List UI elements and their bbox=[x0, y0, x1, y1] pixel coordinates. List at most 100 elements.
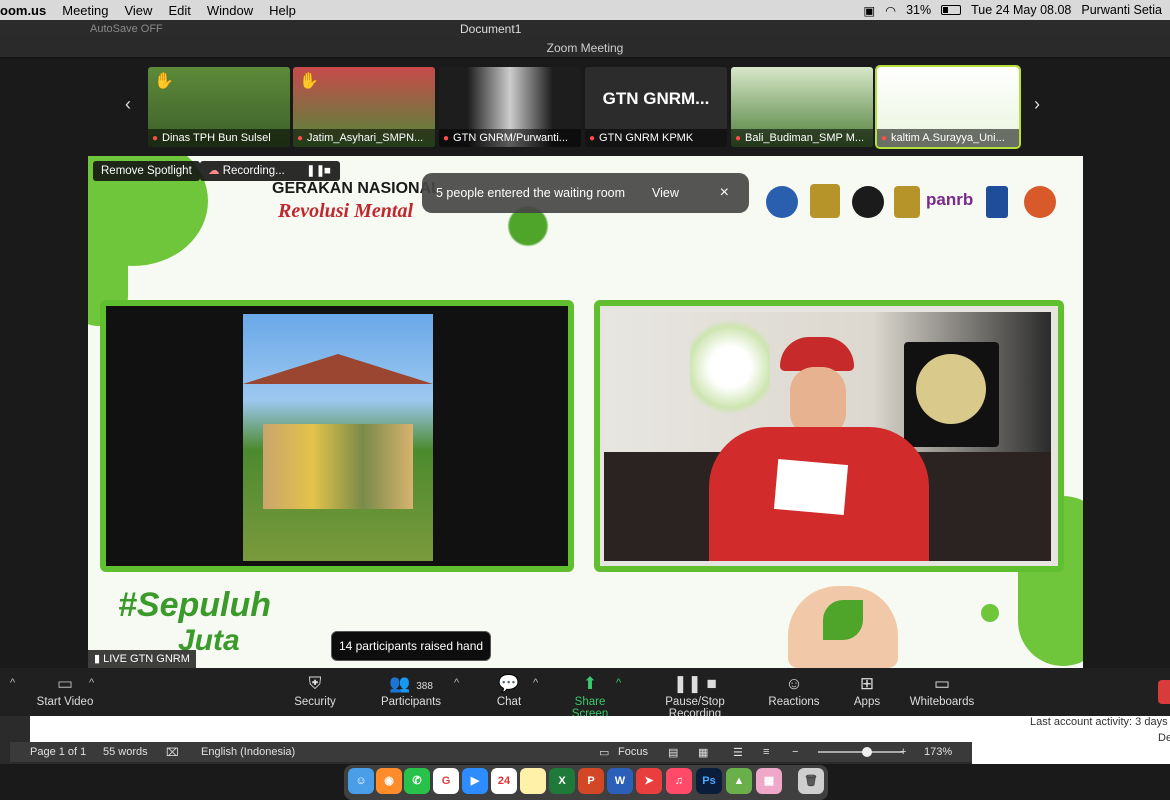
word-count[interactable]: 55 words bbox=[103, 746, 148, 758]
datetime[interactable]: Tue 24 May 08.08 bbox=[971, 3, 1071, 17]
menu-help[interactable]: Help bbox=[269, 3, 296, 18]
draft-icon[interactable]: ≡ bbox=[763, 746, 769, 758]
toast-view-button[interactable]: View bbox=[652, 173, 679, 213]
video-caret-icon[interactable]: ^ bbox=[89, 677, 94, 689]
android-icon[interactable]: ▲ bbox=[726, 768, 752, 794]
trash-icon[interactable]: 🗑 bbox=[798, 768, 824, 794]
word-document-page[interactable] bbox=[30, 716, 972, 742]
zoom-slider-knob[interactable] bbox=[862, 747, 872, 757]
whatsapp-icon[interactable]: ✆ bbox=[404, 768, 430, 794]
app-icon[interactable]: ➤ bbox=[636, 768, 662, 794]
focus-icon[interactable]: ▭ bbox=[599, 746, 609, 759]
security-label: Security bbox=[294, 696, 336, 708]
medal bbox=[916, 354, 986, 424]
page-count[interactable]: Page 1 of 1 bbox=[30, 746, 86, 758]
menu-meeting[interactable]: Meeting bbox=[62, 3, 108, 18]
app-icon[interactable]: ▦ bbox=[756, 768, 782, 794]
outline-icon[interactable]: ☰ bbox=[733, 746, 743, 759]
recording-indicator: ☁ Recording... ❚❚ ■ bbox=[200, 161, 340, 181]
leaf-decoration bbox=[981, 604, 999, 622]
gallery-strip: ‹ ✋ ● Dinas TPH Bun Sulsel ✋ ● Jatim_Asyha… bbox=[0, 58, 1170, 154]
participants-button[interactable]: 👥 388 Participants bbox=[378, 672, 444, 708]
gallery-tile-active[interactable]: ● kaltim A.Surayya_Uni... bbox=[875, 65, 1021, 149]
chat-caret-icon[interactable]: ^ bbox=[533, 677, 538, 689]
photoshop-icon[interactable]: Ps bbox=[696, 768, 722, 794]
recording-label: Recording... bbox=[222, 165, 285, 177]
wifi-icon[interactable]: ◠ bbox=[885, 3, 896, 18]
zoom-window-title: Zoom Meeting bbox=[0, 38, 1170, 58]
live-badge-label: LIVE GTN GNRM bbox=[103, 653, 190, 665]
gallery-tile[interactable]: ✋ ● Dinas TPH Bun Sulsel bbox=[148, 67, 290, 147]
muted-mic-icon: ● bbox=[881, 133, 888, 144]
powerpoint-icon[interactable]: P bbox=[578, 768, 604, 794]
gallery-tile[interactable]: ● GTN GNRM/Purwanti... bbox=[439, 67, 581, 147]
participants-caret-icon[interactable]: ^ bbox=[454, 677, 459, 689]
toast-message: 5 people entered the waiting room bbox=[436, 186, 626, 200]
calendar-icon[interactable]: 24 bbox=[491, 768, 517, 794]
gallery-next-icon[interactable]: › bbox=[1034, 94, 1040, 115]
close-icon[interactable]: × bbox=[720, 173, 729, 213]
gallery-tile[interactable]: GTN GNRM... ● GTN GNRM KPMK bbox=[585, 67, 727, 147]
dock: ☺ ◉ ✆ G ▶ 24 X P W ➤ ♫ Ps ▲ ▦ 🗑 bbox=[344, 765, 828, 800]
slide-subheading: Revolusi Mental bbox=[278, 200, 414, 222]
zoom-percent[interactable]: 173% bbox=[924, 746, 952, 758]
chat-icon: 💬 bbox=[498, 674, 520, 693]
share-caret-icon[interactable]: ^ bbox=[616, 677, 621, 689]
zoom-app-icon[interactable]: ▶ bbox=[462, 768, 488, 794]
battery-percent: 31% bbox=[906, 3, 932, 17]
camera-icon[interactable]: ▣ bbox=[863, 3, 875, 18]
tile-name: Jatim_Asyhari_SMPN... bbox=[307, 132, 424, 144]
word-titlebar: AutoSave OFF Document1 bbox=[0, 20, 1170, 38]
notes-icon[interactable] bbox=[520, 768, 546, 794]
zoom-slider[interactable] bbox=[818, 747, 903, 757]
zoom-out-icon[interactable]: − bbox=[792, 746, 798, 758]
music-icon[interactable]: ♫ bbox=[666, 768, 692, 794]
web-layout-icon[interactable]: ▦ bbox=[698, 746, 708, 759]
gallery-tile[interactable]: ● Bali_Budiman_SMP M... bbox=[731, 67, 873, 147]
muted-mic-icon: ● bbox=[152, 133, 159, 144]
stop-icon[interactable]: ■ bbox=[324, 161, 331, 181]
finder-icon[interactable]: ☺ bbox=[348, 768, 374, 794]
pause-icon[interactable]: ❚❚ bbox=[306, 161, 325, 181]
language-label[interactable]: English (Indonesia) bbox=[201, 746, 295, 758]
excel-icon[interactable]: X bbox=[549, 768, 575, 794]
share-screen-icon: ⬆ bbox=[582, 674, 598, 693]
logo-icon bbox=[766, 186, 798, 218]
zoom-in-icon[interactable]: + bbox=[900, 746, 906, 758]
raised-hand-icon: ✋ bbox=[299, 73, 319, 90]
autosave-toggle[interactable]: OFF bbox=[141, 23, 163, 35]
end-meeting-button[interactable] bbox=[1158, 680, 1170, 704]
app-menu[interactable]: oom.us bbox=[0, 3, 46, 18]
user-name[interactable]: Purwanti Setia bbox=[1081, 3, 1162, 17]
share-screen-button[interactable]: ⬆ Share Screen bbox=[555, 672, 625, 720]
side-pane: Last account activity: 3 days De bbox=[972, 716, 1170, 764]
focus-label[interactable]: Focus bbox=[618, 746, 648, 758]
panrb-logo: panrb bbox=[926, 190, 974, 209]
firefox-icon[interactable]: ◉ bbox=[376, 768, 402, 794]
word-icon[interactable]: W bbox=[607, 768, 633, 794]
battery-icon[interactable] bbox=[941, 5, 962, 15]
gallery-tile[interactable]: ✋ ● Jatim_Asyhari_SMPN... bbox=[293, 67, 435, 147]
remove-spotlight-button[interactable]: Remove Spotlight bbox=[93, 161, 200, 181]
audio-caret-icon[interactable]: ^ bbox=[10, 677, 15, 689]
menu-window[interactable]: Window bbox=[207, 3, 253, 18]
autosave-label: AutoSave OFF bbox=[90, 23, 163, 35]
reactions-button[interactable]: ☺ Reactions bbox=[768, 672, 820, 708]
garuda-icon bbox=[894, 186, 920, 218]
gallery-prev-icon[interactable]: ‹ bbox=[125, 94, 131, 115]
raised-hand-tooltip: 14 participants raised hand bbox=[331, 631, 491, 661]
whiteboards-button[interactable]: ▭ Whiteboards bbox=[908, 672, 976, 708]
security-button[interactable]: ⛨ Security bbox=[290, 672, 340, 708]
google-icon[interactable]: G bbox=[433, 768, 459, 794]
menu-edit[interactable]: Edit bbox=[168, 3, 190, 18]
start-video-button[interactable]: ▭ Start Video bbox=[36, 672, 94, 708]
pause-stop-recording-button[interactable]: ❚❚ ■ Pause/Stop Recording bbox=[638, 672, 752, 720]
zoom-toolbar: ^ ▭ Start Video ^ ⛨ Security 👥 388 Partic… bbox=[0, 668, 1170, 720]
proofing-icon[interactable]: ⌧ bbox=[166, 746, 179, 759]
print-layout-icon[interactable]: ▤ bbox=[668, 746, 678, 759]
menu-view[interactable]: View bbox=[124, 3, 152, 18]
muted-mic-icon: ● bbox=[443, 133, 450, 144]
apps-button[interactable]: ⊞ Apps bbox=[852, 672, 882, 708]
chat-button[interactable]: 💬 Chat bbox=[494, 672, 524, 708]
shared-slide: GERAKAN NASIONAL Revolusi Mental panrb #… bbox=[88, 156, 1083, 668]
